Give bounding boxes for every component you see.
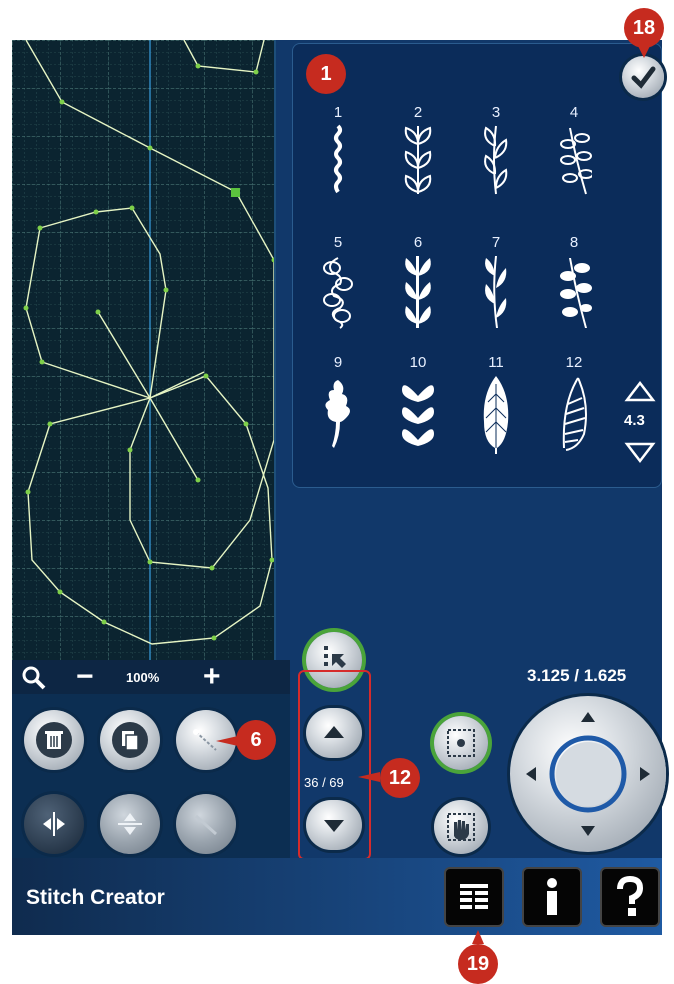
stitch-grid-area[interactable]	[12, 40, 276, 660]
callout-12-pointer	[358, 772, 380, 782]
mirror-side-to-side-button[interactable]	[24, 794, 84, 854]
hand-icon	[447, 813, 475, 841]
zoom-level: 100%	[126, 670, 160, 685]
mirror-horizontal-icon	[43, 812, 65, 836]
callout-18: 18	[624, 8, 664, 48]
scroll-value: 4.3	[624, 412, 645, 429]
help-button[interactable]	[600, 867, 660, 927]
pan-button[interactable]	[434, 800, 488, 854]
callout-12: 12	[380, 758, 420, 798]
list-menu-icon	[460, 884, 488, 909]
next-stitch-button[interactable]	[306, 800, 362, 850]
stitch-number: 2	[413, 104, 423, 121]
scroll-down-arrow-icon[interactable]	[624, 440, 656, 464]
stitch-12-icon[interactable]	[556, 374, 592, 456]
down-arrow-icon	[324, 820, 344, 832]
stitch-number: 1	[333, 104, 343, 121]
stitch-number: 7	[491, 234, 501, 251]
scroll-up-arrow-icon[interactable]	[624, 380, 656, 404]
callout-1: 1	[306, 54, 346, 94]
triple-stitch-button[interactable]	[176, 794, 236, 854]
stitch-number: 3	[491, 104, 501, 121]
info-button[interactable]	[522, 867, 582, 927]
question-mark-icon	[617, 875, 644, 916]
mirror-vertical-icon	[118, 813, 142, 835]
zoom-in-button[interactable]: +	[203, 660, 221, 694]
stitch-grid	[12, 40, 274, 660]
callout-19: 19	[458, 944, 498, 984]
callout-19-pointer	[472, 930, 484, 944]
delete-button[interactable]	[24, 710, 84, 770]
stitch-7-icon[interactable]	[478, 254, 514, 330]
up-arrow-icon	[324, 726, 344, 738]
stitch-number: 11	[488, 354, 504, 371]
triple-stitch-icon	[194, 814, 218, 836]
stitch-5-icon[interactable]	[320, 254, 356, 330]
direction-wheel[interactable]	[510, 696, 666, 852]
stitch-number: 8	[569, 234, 579, 251]
duplicate-button[interactable]	[100, 710, 160, 770]
ok-button[interactable]	[622, 56, 664, 98]
move-selection-icon	[447, 729, 475, 757]
zoom-magnifier-icon[interactable]	[20, 664, 48, 692]
direction-arrows-icon	[526, 712, 650, 836]
stitch-counter: 36 / 69	[304, 775, 344, 790]
stitch-11-icon[interactable]	[478, 374, 514, 456]
stitch-8-icon[interactable]	[556, 254, 592, 330]
move-stitch-point-button[interactable]	[434, 716, 488, 770]
stitch-1-icon[interactable]	[328, 124, 348, 194]
stitch-3-icon[interactable]	[478, 124, 514, 196]
copy-icon	[112, 722, 148, 758]
stitch-number: 6	[413, 234, 423, 251]
previous-stitch-button[interactable]	[306, 708, 362, 758]
stitch-6-icon[interactable]	[400, 254, 436, 330]
app-title: Stitch Creator	[26, 886, 165, 909]
stitch-number: 9	[333, 354, 343, 371]
trash-icon	[36, 722, 72, 758]
callout-18-pointer	[638, 46, 650, 58]
mirror-end-to-end-button[interactable]	[100, 794, 160, 854]
checkmark-icon	[631, 66, 656, 89]
callout-6-pointer	[216, 736, 238, 746]
stitch-4-icon[interactable]	[556, 124, 592, 196]
menu-button[interactable]	[444, 867, 504, 927]
stitch-10-icon[interactable]	[398, 376, 438, 452]
stitch-number: 5	[333, 234, 343, 251]
stitch-number: 10	[409, 354, 427, 371]
info-icon	[547, 878, 557, 915]
selected-stitch-point	[231, 188, 240, 197]
callout-6: 6	[236, 720, 276, 760]
stitch-number: 12	[565, 354, 583, 371]
zoom-out-button[interactable]: −	[76, 660, 94, 694]
coordinate-readout: 3.125 / 1.625	[527, 666, 627, 685]
stitch-number: 4	[569, 104, 579, 121]
stitch-9-icon[interactable]	[320, 376, 356, 452]
stitch-2-icon[interactable]	[400, 124, 436, 196]
